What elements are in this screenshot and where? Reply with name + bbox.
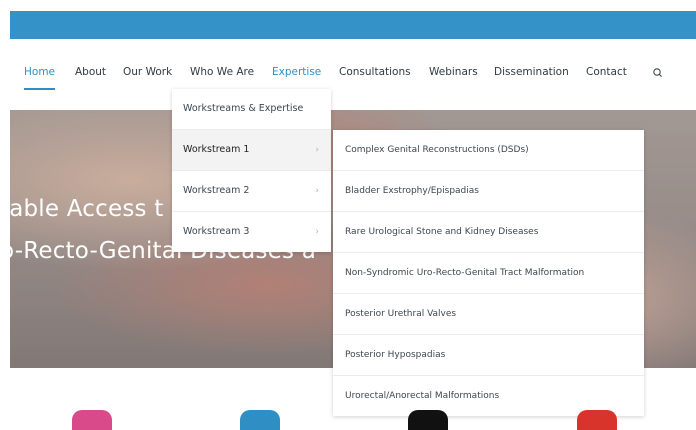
menu-item-workstreams-expertise[interactable]: Workstreams & Expertise — [172, 89, 331, 130]
nav-home-label: Home — [24, 66, 56, 78]
expertise-dropdown: Workstreams & Expertise Workstream 1 › W… — [172, 89, 331, 252]
chevron-right-icon: › — [315, 145, 319, 155]
nav-webinars[interactable]: Webinars — [429, 66, 478, 78]
chevron-right-icon: › — [315, 227, 319, 237]
nav-expertise[interactable]: Expertise — [272, 66, 321, 78]
menu-item-workstream-3[interactable]: Workstream 3 › — [172, 212, 331, 252]
instagram-icon[interactable] — [72, 410, 112, 430]
nav-contact[interactable]: Contact — [586, 66, 627, 78]
submenu-item[interactable]: Complex Genital Reconstructions (DSDs) — [333, 130, 644, 171]
menu-item-label: Workstream 3 — [183, 226, 250, 237]
nav-consultations[interactable]: Consultations — [339, 66, 411, 78]
main-nav: Home About Our Work Who We Are Expertise… — [0, 58, 696, 90]
x-twitter-icon[interactable] — [408, 410, 448, 430]
submenu-item[interactable]: Bladder Exstrophy/Epispadias — [333, 171, 644, 212]
youtube-icon[interactable] — [577, 410, 617, 430]
submenu-item[interactable]: Posterior Urethral Valves — [333, 294, 644, 335]
nav-our-work[interactable]: Our Work — [123, 66, 172, 78]
submenu-item[interactable]: Posterior Hypospadias — [333, 335, 644, 376]
menu-item-label: Workstream 1 — [183, 144, 250, 155]
hero-title-line-1: table Access t — [10, 196, 164, 222]
linkedin-icon[interactable] — [240, 410, 280, 430]
nav-dissemination[interactable]: Dissemination — [494, 66, 569, 78]
menu-item-workstream-2[interactable]: Workstream 2 › — [172, 171, 331, 212]
search-icon[interactable] — [651, 66, 665, 80]
chevron-right-icon: › — [315, 186, 319, 196]
submenu-item[interactable]: Non-Syndromic Uro-Recto-Genital Tract Ma… — [333, 253, 644, 294]
menu-item-workstream-1[interactable]: Workstream 1 › — [172, 130, 331, 171]
submenu-item[interactable]: Rare Urological Stone and Kidney Disease… — [333, 212, 644, 253]
nav-who-we-are[interactable]: Who We Are — [190, 66, 254, 78]
workstream-1-submenu: Complex Genital Reconstructions (DSDs) B… — [333, 130, 644, 416]
menu-item-label: Workstream 2 — [183, 185, 250, 196]
nav-about[interactable]: About — [75, 66, 106, 78]
active-underline — [24, 88, 56, 90]
top-bar — [10, 11, 696, 39]
nav-home[interactable]: Home — [24, 66, 56, 90]
menu-item-label: Workstreams & Expertise — [183, 103, 304, 114]
